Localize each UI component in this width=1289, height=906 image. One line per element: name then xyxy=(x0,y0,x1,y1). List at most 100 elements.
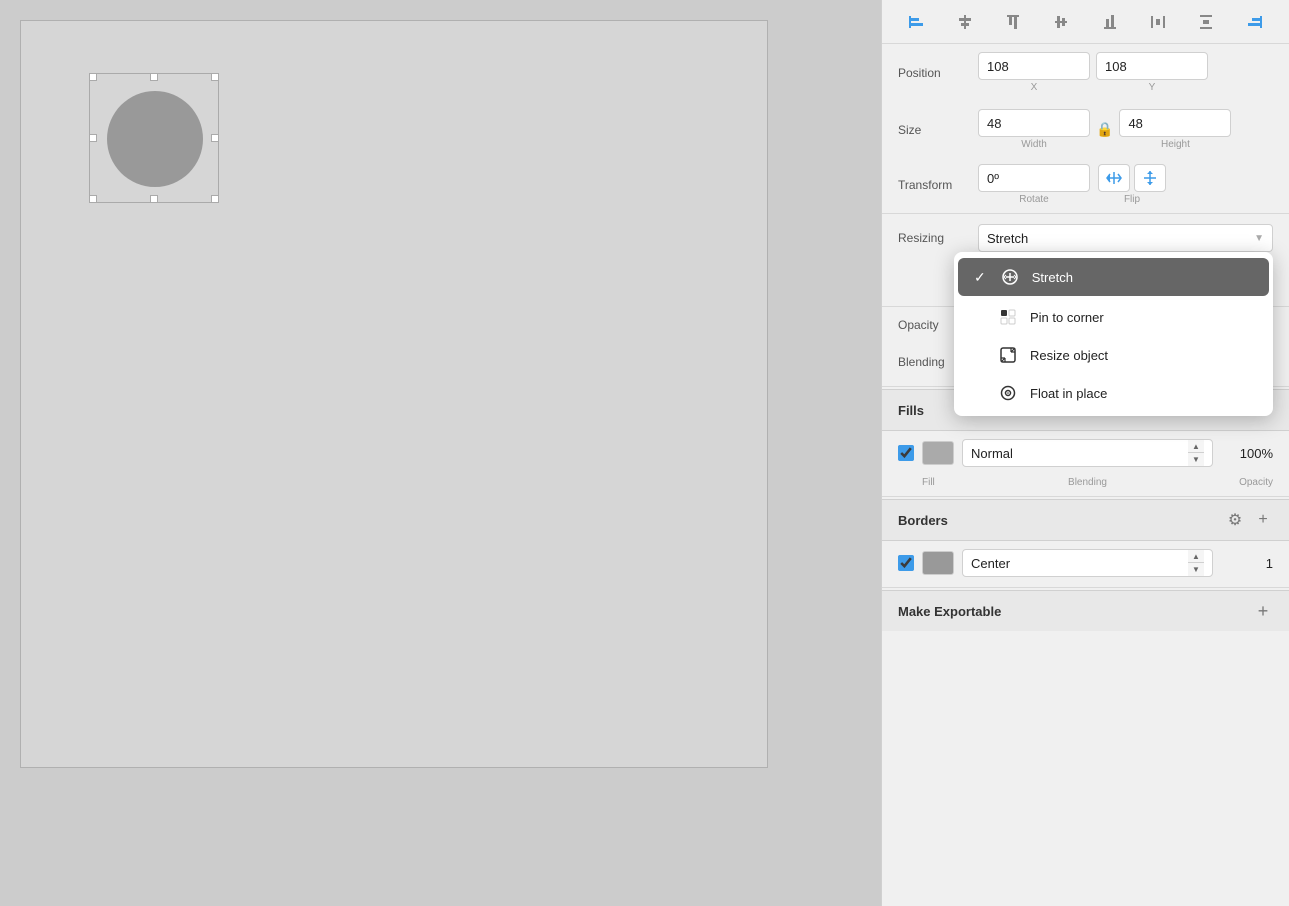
width-input[interactable] xyxy=(978,109,1090,137)
float-icon xyxy=(998,383,1018,403)
fill-blending-select[interactable]: Normal ▲ ▼ xyxy=(962,439,1213,467)
circle-shape[interactable] xyxy=(107,91,203,187)
borders-settings-button[interactable]: ⚙ xyxy=(1225,510,1245,530)
dropdown-item-stretch[interactable]: ✓ Stretch xyxy=(958,258,1269,296)
pin-icon xyxy=(998,307,1018,327)
border-item-row: Center ▲ ▼ 1 xyxy=(882,541,1289,585)
handle-bottom-right[interactable] xyxy=(211,195,219,203)
border-position-down[interactable]: ▼ xyxy=(1188,563,1204,576)
border-color-swatch[interactable] xyxy=(922,551,954,575)
handle-bottom-center[interactable] xyxy=(150,195,158,203)
canvas-area xyxy=(0,0,881,906)
fill-blending-down[interactable]: ▼ xyxy=(1188,453,1204,466)
position-x-wrap: X xyxy=(978,52,1090,93)
artboard xyxy=(20,20,768,768)
dropdown-item-float[interactable]: Float in place xyxy=(954,374,1273,412)
flip-horizontal-button[interactable] xyxy=(1098,164,1130,192)
align-toolbar xyxy=(882,0,1289,44)
flip-buttons xyxy=(1098,164,1166,192)
fill-blending-col-label: Blending xyxy=(962,477,1213,488)
fill-opacity-col-label: Opacity xyxy=(1221,477,1273,488)
fill-item-row: Normal ▲ ▼ 100% xyxy=(882,431,1289,475)
properties-panel: Position X Y Size Width 🔒 xyxy=(882,44,1289,906)
fill-opacity-value: 100% xyxy=(1221,446,1273,461)
dropdown-item-resize[interactable]: Resize object xyxy=(954,336,1273,374)
position-y-input[interactable] xyxy=(1096,52,1208,80)
dropdown-item-pin-label: Pin to corner xyxy=(1030,310,1104,325)
divider-1 xyxy=(882,213,1289,214)
align-bottom-button[interactable] xyxy=(1097,9,1123,35)
position-y-wrap: Y xyxy=(1096,52,1208,93)
size-label: Size xyxy=(898,123,970,137)
height-input[interactable] xyxy=(1119,109,1231,137)
handle-bottom-left[interactable] xyxy=(89,195,97,203)
fill-color-swatch[interactable] xyxy=(922,441,954,465)
resizing-select[interactable]: Stretch ▼ xyxy=(978,224,1273,252)
fill-blending-up[interactable]: ▲ xyxy=(1188,440,1204,453)
resizing-chevron-icon: ▼ xyxy=(1254,233,1264,244)
border-width-value: 1 xyxy=(1221,556,1273,571)
fill-col-label: Fill xyxy=(922,477,954,488)
align-right-button[interactable] xyxy=(1242,9,1268,35)
height-wrap: Height xyxy=(1119,109,1231,150)
rotate-wrap: Rotate xyxy=(978,164,1090,205)
width-label: Width xyxy=(1021,139,1047,150)
divider-5 xyxy=(882,587,1289,588)
resize-icon xyxy=(998,345,1018,365)
stretch-icon xyxy=(1000,267,1020,287)
exportable-row: Make Exportable + xyxy=(882,590,1289,631)
align-left-button[interactable] xyxy=(903,9,929,35)
fill-checkbox[interactable] xyxy=(898,445,914,461)
flip-label: Flip xyxy=(1124,194,1140,205)
border-checkbox[interactable] xyxy=(898,555,914,571)
width-wrap: Width xyxy=(978,109,1090,150)
align-middle-v-button[interactable] xyxy=(1048,9,1074,35)
resizing-dropdown-menu: ✓ Stretch xyxy=(954,252,1273,416)
fill-blending-value: Normal xyxy=(971,446,1013,461)
dropdown-item-float-label: Float in place xyxy=(1030,386,1107,401)
border-position-select[interactable]: Center ▲ ▼ xyxy=(962,549,1213,577)
dropdown-item-resize-label: Resize object xyxy=(1030,348,1108,363)
borders-title: Borders xyxy=(898,513,1225,528)
rotate-input[interactable] xyxy=(978,164,1090,192)
selected-shape[interactable] xyxy=(89,73,219,203)
exportable-add-button[interactable]: + xyxy=(1253,601,1273,621)
borders-actions: ⚙ + xyxy=(1225,510,1273,530)
resizing-label: Resizing xyxy=(898,231,970,245)
flip-vertical-button[interactable] xyxy=(1134,164,1166,192)
resizing-row: Resizing Stretch ▼ ✓ Str xyxy=(882,216,1289,260)
fill-row-labels: Fill Blending Opacity xyxy=(882,475,1289,494)
handle-middle-left[interactable] xyxy=(89,134,97,142)
position-row: Position X Y xyxy=(882,44,1289,101)
border-position-value: Center xyxy=(971,556,1010,571)
handle-top-right[interactable] xyxy=(211,73,219,81)
rotate-label: Rotate xyxy=(1019,194,1048,205)
position-label: Position xyxy=(898,66,970,80)
divider-4 xyxy=(882,496,1289,497)
distribute-h-button[interactable] xyxy=(1145,9,1171,35)
checkmark-icon: ✓ xyxy=(974,269,986,286)
flip-group: Flip xyxy=(1098,164,1166,205)
y-label: Y xyxy=(1149,82,1156,93)
align-top-button[interactable] xyxy=(1000,9,1026,35)
borders-section-header: Borders ⚙ + xyxy=(882,499,1289,541)
transform-label: Transform xyxy=(898,178,970,192)
position-fields: X Y xyxy=(978,52,1273,93)
size-row: Size Width 🔒 Height xyxy=(882,101,1289,158)
handle-top-center[interactable] xyxy=(150,73,158,81)
handle-middle-right[interactable] xyxy=(211,134,219,142)
transform-row: Transform Rotate xyxy=(882,158,1289,211)
align-center-h-button[interactable] xyxy=(952,9,978,35)
lock-icon[interactable]: 🔒 xyxy=(1096,121,1113,138)
dropdown-item-pin[interactable]: Pin to corner xyxy=(954,298,1273,336)
resizing-value: Stretch xyxy=(987,231,1028,246)
position-x-input[interactable] xyxy=(978,52,1090,80)
x-label: X xyxy=(1031,82,1038,93)
border-position-up[interactable]: ▲ xyxy=(1188,550,1204,563)
height-label: Height xyxy=(1161,139,1190,150)
handle-top-left[interactable] xyxy=(89,73,97,81)
right-panel: Position X Y Size Width 🔒 xyxy=(881,0,1289,906)
distribute-v-button[interactable] xyxy=(1193,9,1219,35)
dropdown-item-stretch-label: Stretch xyxy=(1032,270,1073,285)
borders-add-button[interactable]: + xyxy=(1253,510,1273,530)
